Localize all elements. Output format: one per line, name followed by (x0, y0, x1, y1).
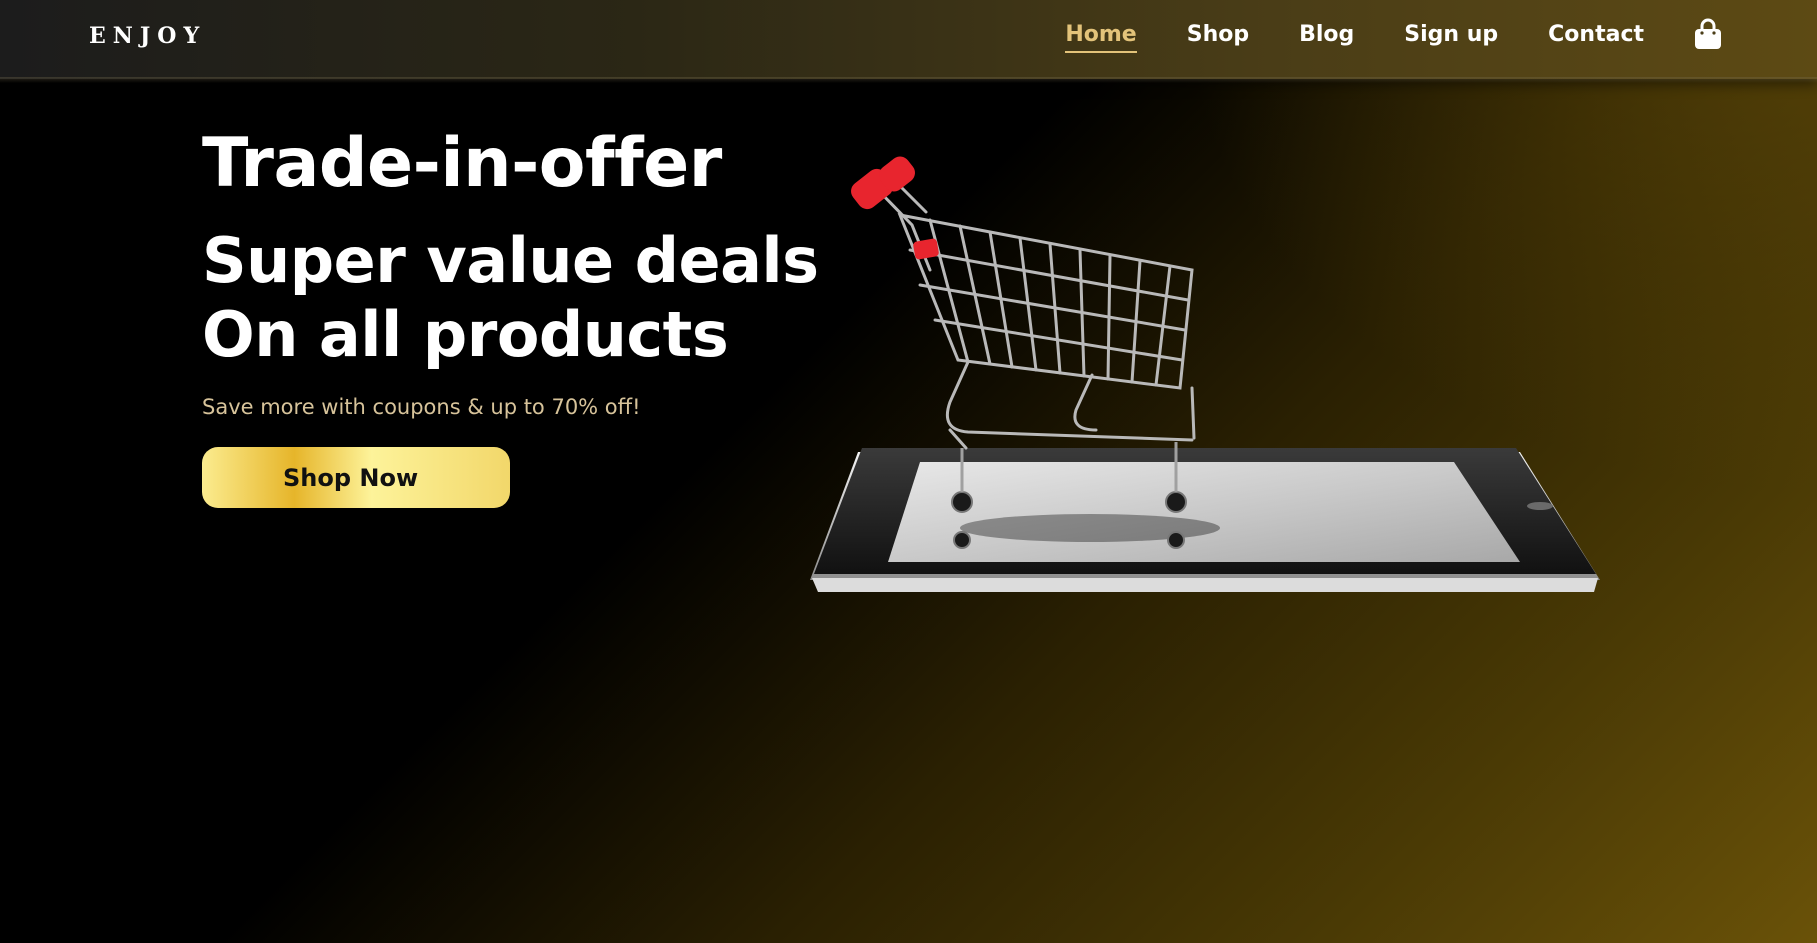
hero-title-line-2-text: Super value deals (202, 224, 819, 297)
hero-title-line-1: Trade-in-offer (202, 124, 722, 203)
hero-title-line-3-text: On all products (202, 298, 729, 372)
page: ENJOY Home Shop Blog Sign up Contact Tra… (0, 0, 1817, 943)
nav-shop[interactable]: Shop (1187, 22, 1249, 47)
site-header: ENJOY Home Shop Blog Sign up Contact (0, 0, 1817, 83)
main-nav: Home Shop Blog Sign up Contact (1015, 18, 1722, 53)
nav-home[interactable]: Home (1065, 22, 1138, 53)
nav-sign-up[interactable]: Sign up (1404, 22, 1498, 47)
hero-subtitle: Save more with coupons & up to 70% off! (202, 395, 641, 419)
hero-title-line-2: Super value deals On all products (202, 224, 819, 373)
shopping-cart-on-tablet-image (810, 156, 1600, 592)
nav-contact[interactable]: Contact (1548, 22, 1644, 47)
shop-now-button[interactable]: Shop Now (202, 447, 510, 508)
nav-blog[interactable]: Blog (1299, 22, 1354, 47)
shopping-bag-icon[interactable] (1694, 18, 1722, 50)
logo[interactable]: ENJOY (89, 23, 206, 49)
